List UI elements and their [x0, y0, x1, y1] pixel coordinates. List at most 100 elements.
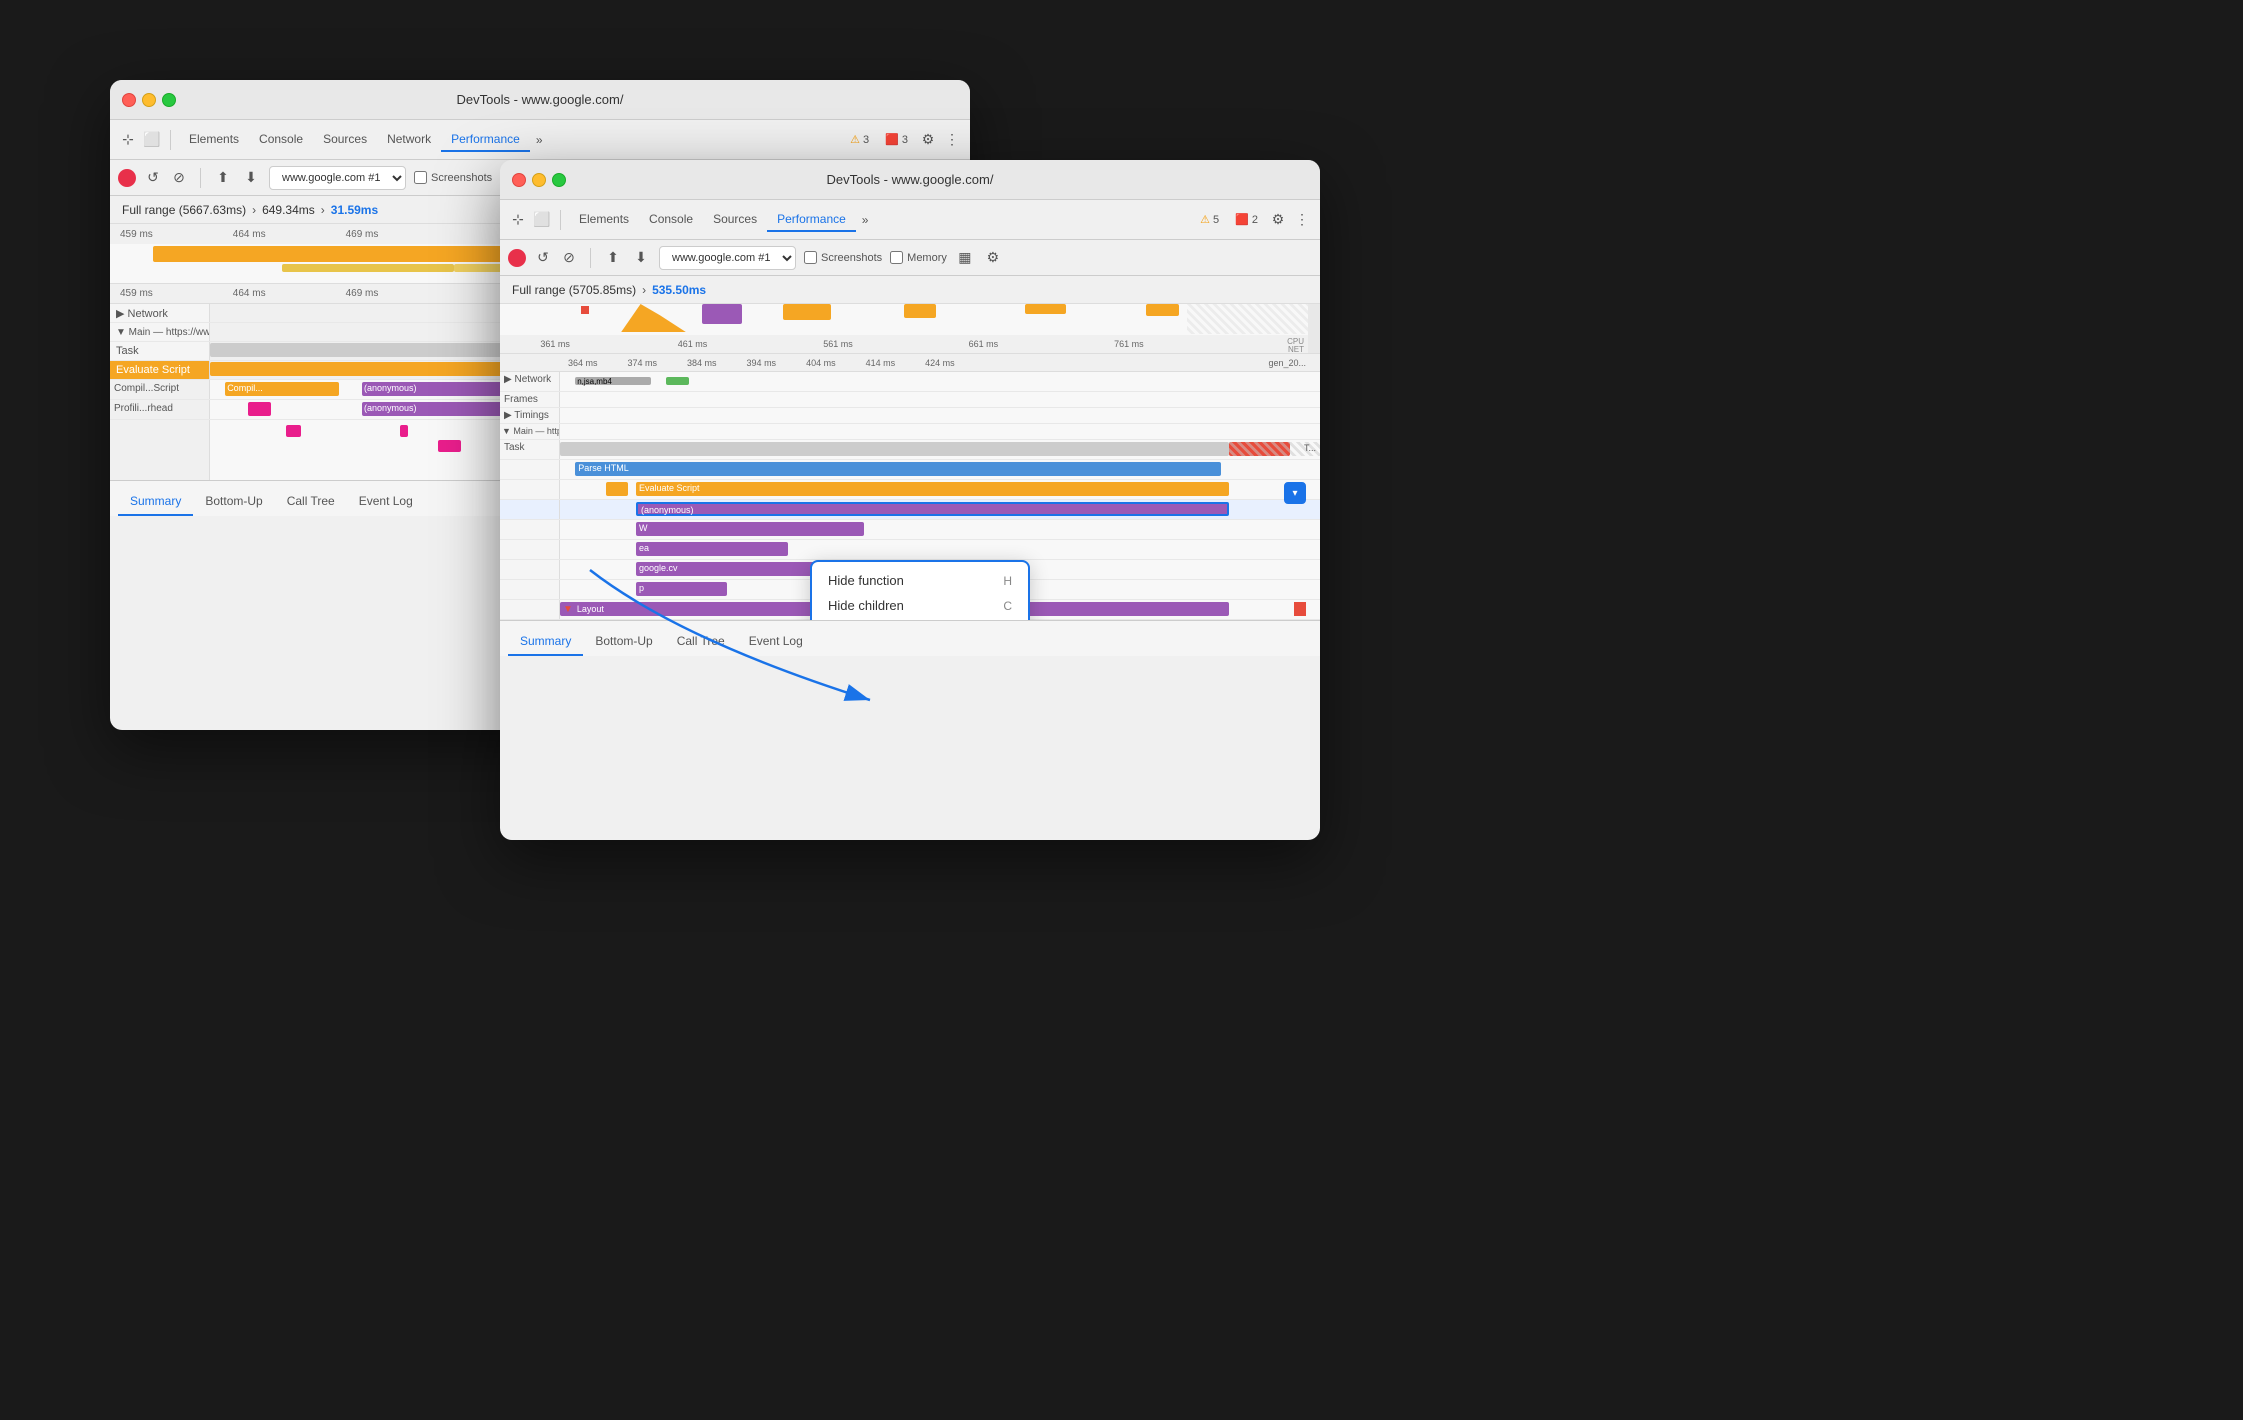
memory-checkbox-front[interactable]: Memory — [890, 251, 947, 264]
front-devtools-toolbar: ⊹ ⬜ Elements Console Sources Performance… — [500, 200, 1320, 240]
minimize-button-back[interactable] — [142, 93, 156, 107]
close-button-front[interactable] — [512, 173, 526, 187]
reload-button-front[interactable]: ↺ — [534, 249, 552, 267]
upload-icon-front[interactable]: ⬆ — [603, 248, 623, 268]
maximize-button-back[interactable] — [162, 93, 176, 107]
highlight-range-front: 535.50ms — [652, 283, 706, 297]
tab-console-front[interactable]: Console — [639, 208, 703, 232]
full-range-back: Full range (5667.63ms) — [122, 203, 246, 217]
back-tab-summary[interactable]: Summary — [118, 488, 193, 516]
front-ea-label — [500, 540, 560, 559]
back-tab-bottomup[interactable]: Bottom-Up — [193, 488, 274, 516]
googlecv-bar: google.cv — [636, 562, 826, 576]
reload-button-back[interactable]: ↺ — [144, 169, 162, 187]
front-purple1 — [702, 304, 742, 324]
inspect-icon[interactable]: ⊹ — [118, 130, 138, 150]
memory-icon-front[interactable]: ▦ — [955, 248, 975, 268]
tab-network-back[interactable]: Network — [377, 128, 441, 152]
front-anon-row: (anonymous) — [500, 500, 1320, 520]
back-tab-bar: Elements Console Sources Network Perform… — [179, 128, 840, 152]
front-tracks-area: ▶ Network n,jsa,mb4 Frames ▶ Timings ▼ M… — [500, 372, 1320, 620]
ruler-marks: 364 ms 374 ms 384 ms 394 ms 404 ms 414 m… — [564, 358, 1316, 368]
tab-elements-back[interactable]: Elements — [179, 128, 249, 152]
task-t-label: T... — [1304, 443, 1316, 453]
front-w-label — [500, 520, 560, 539]
back-tab-eventlog[interactable]: Event Log — [347, 488, 425, 516]
back-scatter-spacer — [110, 420, 210, 480]
warning-icon-front: ⚠ — [1200, 213, 1210, 226]
front-yellow3 — [1025, 304, 1065, 314]
device-icon-front[interactable]: ⬜ — [532, 210, 552, 230]
front-tab-eventlog[interactable]: Event Log — [737, 628, 815, 656]
evalscript-small — [606, 482, 629, 496]
tab-more-front[interactable]: » — [856, 209, 875, 231]
screenshots-checkbox-front[interactable]: Screenshots — [804, 251, 882, 264]
network-item1: n,jsa,mb4 — [575, 377, 651, 385]
clear-button-back[interactable]: ⊘ — [170, 169, 188, 187]
task-bar-front — [560, 442, 1229, 456]
download-icon-front[interactable]: ⬇ — [631, 248, 651, 268]
context-hide-children[interactable]: Hide children C — [812, 593, 1028, 618]
minimize-button-front[interactable] — [532, 173, 546, 187]
warning-badge-back: ⚠ 3 — [844, 131, 875, 148]
screenshots-check-front[interactable] — [804, 251, 817, 264]
back-tab-calltree[interactable]: Call Tree — [275, 488, 347, 516]
selected-range-back: 649.34ms — [262, 203, 315, 217]
front-tab-bottomup[interactable]: Bottom-Up — [583, 628, 664, 656]
front-main-row: ▼ Main — https://www.google.com/ — [500, 424, 1320, 440]
upload-icon-back[interactable]: ⬆ — [213, 168, 233, 188]
front-bottom-tabs: Summary Bottom-Up Call Tree Event Log — [500, 620, 1320, 656]
error-icon-front: 🟥 — [1235, 213, 1249, 226]
context-hide-function[interactable]: Hide function H — [812, 568, 1028, 593]
close-button-back[interactable] — [122, 93, 136, 107]
tab-sources-front[interactable]: Sources — [703, 208, 767, 232]
url-select-front[interactable]: www.google.com #1 — [659, 246, 796, 270]
scatter2 — [400, 425, 408, 437]
front-flame1 — [621, 304, 686, 332]
front-yellow4 — [1146, 304, 1178, 316]
record-button-back[interactable] — [118, 169, 136, 187]
record-button-front[interactable] — [508, 249, 526, 267]
settings-icon-front[interactable]: ⚙ — [1268, 210, 1288, 230]
tab-sources-back[interactable]: Sources — [313, 128, 377, 152]
front-task-label: Task — [500, 440, 560, 459]
front-evalscript-label — [500, 480, 560, 499]
p-bar: p — [636, 582, 727, 596]
front-second-toolbar: ↺ ⊘ ⬆ ⬇ www.google.com #1 Screenshots Me… — [500, 240, 1320, 276]
memory-check-front[interactable] — [890, 251, 903, 264]
settings2-icon-front[interactable]: ⚙ — [983, 248, 1003, 268]
front-anon-content: (anonymous) — [560, 500, 1320, 519]
front-timings-row: ▶ Timings — [500, 408, 1320, 424]
profile-anon1: (anonymous) — [362, 402, 514, 416]
front-tab-calltree[interactable]: Call Tree — [665, 628, 737, 656]
error-count-back: 3 — [902, 134, 908, 146]
error-icon-back: 🟥 — [885, 133, 899, 146]
front-parsehtml-row: Parse HTML — [500, 460, 1320, 480]
tab-more-back[interactable]: » — [530, 129, 549, 151]
more-icon-back[interactable]: ⋮ — [942, 130, 962, 150]
screenshots-check-back[interactable] — [414, 171, 427, 184]
front-cpu-bars — [500, 304, 1308, 334]
inspect-icon-front[interactable]: ⊹ — [508, 210, 528, 230]
back-evaluate-label: Evaluate Script — [110, 361, 210, 379]
front-scrollbar[interactable] — [1308, 304, 1320, 353]
tab-elements-front[interactable]: Elements — [569, 208, 639, 232]
front-time-ruler-top: 361 ms 461 ms 561 ms 661 ms 761 ms CPU N… — [500, 335, 1308, 353]
front-tab-bar: Elements Console Sources Performance » — [569, 208, 1190, 232]
screenshots-checkbox-back[interactable]: Screenshots — [414, 171, 492, 184]
clear-button-front[interactable]: ⊘ — [560, 249, 578, 267]
maximize-button-front[interactable] — [552, 173, 566, 187]
more-icon-front[interactable]: ⋮ — [1292, 210, 1312, 230]
front-tab-summary[interactable]: Summary — [508, 628, 583, 656]
device-icon[interactable]: ⬜ — [142, 130, 162, 150]
toolbar-sep2 — [200, 168, 201, 188]
front-evalscript-content: Evaluate Script ▾ — [560, 480, 1320, 499]
tab-performance-front[interactable]: Performance — [767, 208, 856, 232]
settings-icon-back[interactable]: ⚙ — [918, 130, 938, 150]
error-count-front: 2 — [1252, 214, 1258, 226]
tab-performance-back[interactable]: Performance — [441, 128, 530, 152]
anon-bar: (anonymous) — [636, 502, 1229, 516]
download-icon-back[interactable]: ⬇ — [241, 168, 261, 188]
url-select-back[interactable]: www.google.com #1 — [269, 166, 406, 190]
tab-console-back[interactable]: Console — [249, 128, 313, 152]
